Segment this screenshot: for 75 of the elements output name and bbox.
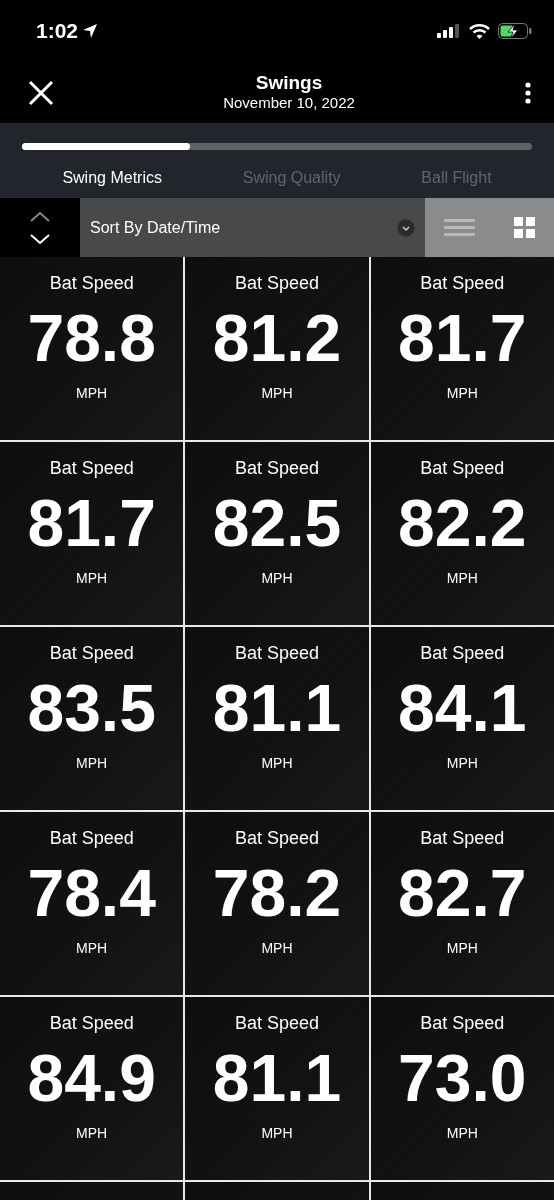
metric-value: 73.0 (397, 1044, 528, 1111)
clock-time: 1:02 (36, 18, 79, 45)
signal-icon (437, 24, 461, 38)
metric-label: Bat Speed (48, 1013, 135, 1035)
date-subtitle: November 10, 2022 (223, 93, 355, 112)
metric-tile[interactable]: Bat Speed 83.5 MPH (0, 627, 184, 810)
metric-label: Bat Speed (48, 273, 135, 295)
metric-value: 78.8 (26, 304, 157, 371)
metric-label: Bat Speed (233, 643, 321, 665)
unit-label: MPH (445, 383, 479, 403)
unit-label: MPH (260, 568, 294, 588)
metric-value: 82.2 (397, 489, 528, 556)
metric-value: 78.2 (211, 859, 343, 926)
metric-tile[interactable]: Bat Speed 81.1 MPH (185, 997, 369, 1180)
metric-label: Bat Speed (419, 458, 506, 480)
metric-value: 81.7 (397, 304, 528, 371)
metric-tile[interactable]: Bat Speed 82.2 MPH (370, 442, 554, 625)
metric-value: 81.2 (211, 304, 343, 371)
metric-label: Bat Speed (48, 458, 135, 480)
unit-label: MPH (75, 1123, 109, 1143)
metric-value: 84.9 (26, 1044, 157, 1111)
metric-tile[interactable]: Bat Speed 81.2 MPH (185, 257, 369, 440)
tab[interactable]: Swing Metrics (62, 166, 162, 190)
metric-label: Bat Speed (233, 828, 321, 850)
metric-label: Bat Speed (419, 1013, 506, 1035)
metric-label: Bat Speed (48, 828, 135, 850)
metric-value: 82.7 (397, 859, 528, 926)
unit-label: MPH (445, 1123, 479, 1143)
sort-dropdown[interactable]: Sort By Date/Time (80, 198, 425, 257)
unit-label: MPH (75, 753, 109, 773)
unit-label: MPH (75, 383, 109, 403)
metric-tile[interactable]: Bat Speed 81.7 MPH (0, 442, 184, 625)
unit-label: MPH (260, 1123, 294, 1143)
metric-label: Bat Speed (233, 458, 321, 480)
unit-label: MPH (445, 568, 479, 588)
unit-label: MPH (260, 753, 294, 773)
metric-value: 84.1 (397, 674, 528, 741)
metric-value: 81.1 (211, 674, 343, 741)
metric-label: Bat Speed (233, 273, 321, 295)
metric-tile[interactable]: Bat Speed 84.1 MPH (370, 627, 554, 810)
metric-tile[interactable]: Bat Speed 81.1 MPH (185, 627, 369, 810)
metric-label: Bat Speed (419, 273, 506, 295)
metric-tile[interactable]: Bat Speed 82.7 MPH (370, 812, 554, 995)
metric-label: Bat Speed (419, 828, 506, 850)
metric-value: 81.1 (211, 1044, 343, 1111)
metric-tile[interactable]: Bat Speed 84.9 MPH (0, 997, 184, 1180)
wifi-icon (469, 23, 490, 39)
grid-view-icon[interactable] (513, 217, 535, 238)
screen-title: Swings (254, 73, 324, 94)
metric-value: 78.4 (26, 859, 157, 926)
metric-value: 82.5 (211, 489, 343, 556)
close-button[interactable] (28, 79, 54, 106)
list-view-icon[interactable] (444, 216, 476, 239)
unit-label: MPH (260, 938, 294, 958)
chevron-down-icon[interactable] (397, 218, 415, 237)
location-icon (82, 23, 99, 39)
unit-label: MPH (445, 753, 479, 773)
metric-tile[interactable]: Bat Speed 78.8 MPH (0, 257, 184, 440)
unit-label: MPH (445, 938, 479, 958)
battery-icon (498, 23, 532, 39)
metric-tile[interactable]: Bat Speed 78.4 MPH (0, 812, 184, 995)
unit-label: MPH (75, 568, 109, 588)
metric-label: Bat Speed (48, 643, 135, 665)
metric-label: Bat Speed (419, 643, 506, 665)
metric-value: 83.5 (26, 674, 157, 741)
unit-label: MPH (75, 938, 109, 958)
metric-tile[interactable]: Bat Speed 82.5 MPH (185, 442, 369, 625)
metric-value: 81.7 (26, 489, 157, 556)
unit-label: MPH (260, 383, 294, 403)
metric-label: Bat Speed (233, 1013, 321, 1035)
sort-order-icon[interactable] (29, 210, 51, 245)
metric-tile[interactable]: Bat Speed 81.7 MPH (370, 257, 554, 440)
metric-tile[interactable]: Bat Speed 73.0 MPH (370, 997, 554, 1180)
metric-tile[interactable]: Bat Speed 78.2 MPH (185, 812, 369, 995)
more-button[interactable] (524, 81, 532, 104)
